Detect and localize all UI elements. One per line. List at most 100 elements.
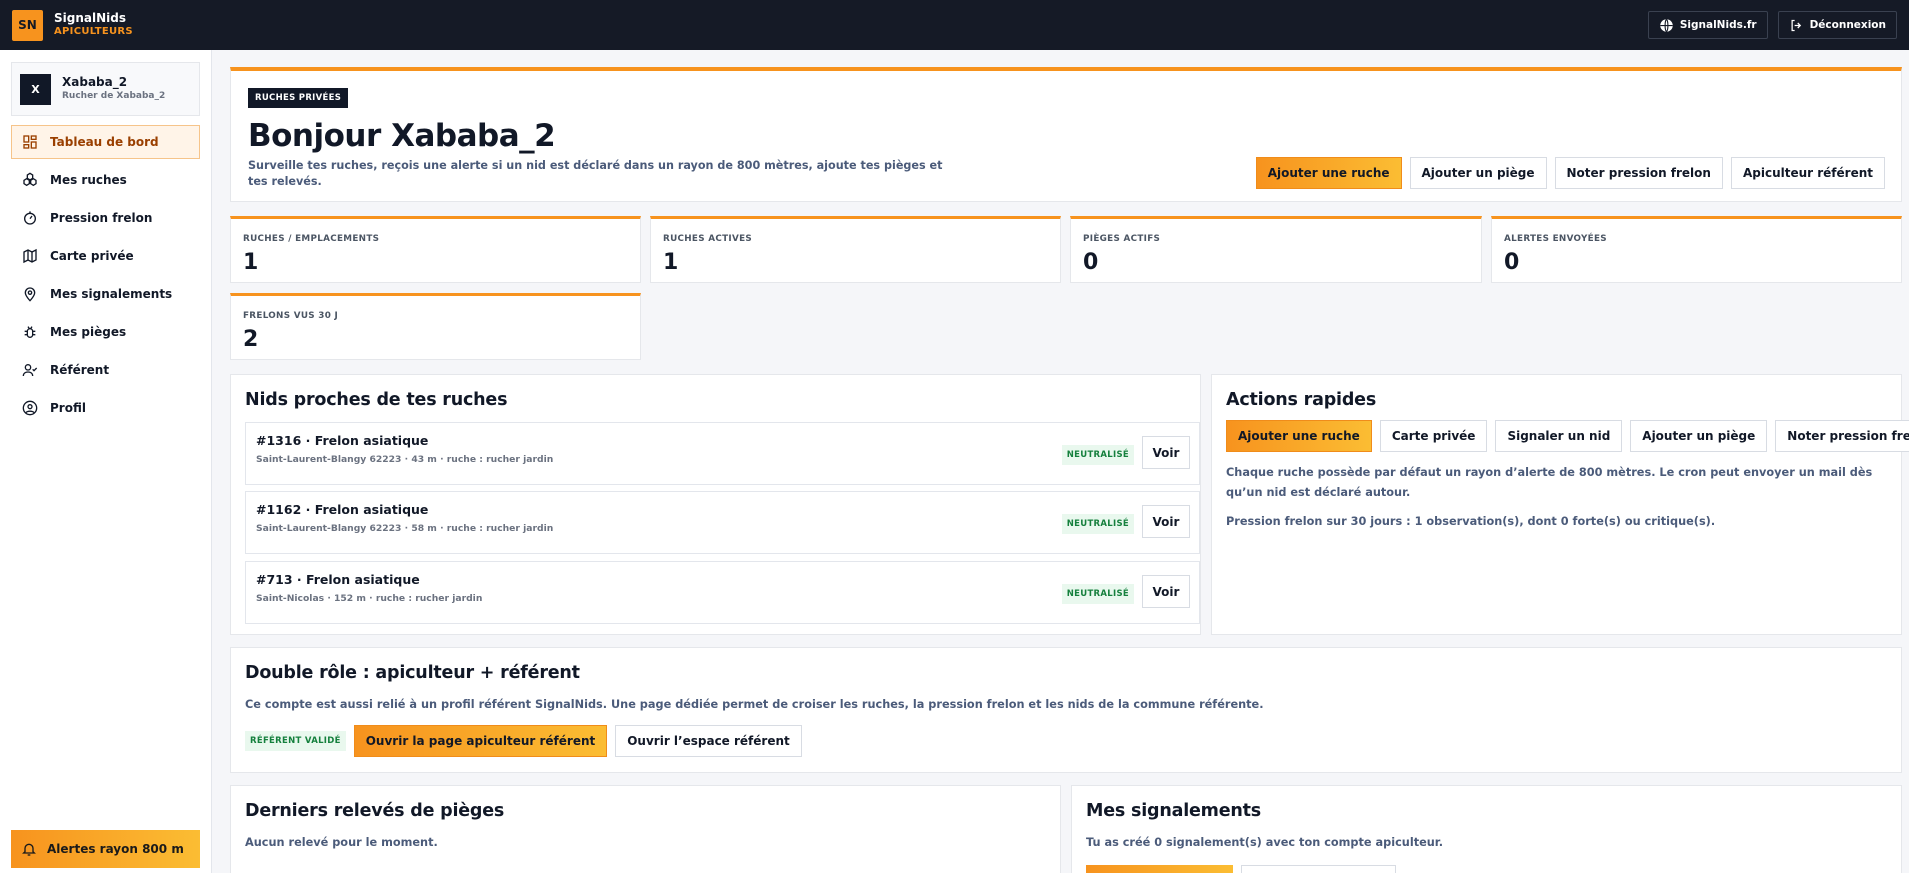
site-link-label: SignalNids.fr: [1679, 19, 1757, 31]
hive-icon: [23, 172, 37, 187]
stat-value: 0: [1083, 250, 1099, 275]
page-title: Bonjour Xababa_2: [248, 118, 556, 154]
sidebar-item-referent[interactable]: Référent: [11, 353, 200, 387]
alerts-radius-button[interactable]: Alertes rayon 800 m: [11, 830, 200, 868]
stat-label: ALERTES ENVOYÉES: [1504, 234, 1607, 244]
user-card[interactable]: X Xababa_2 Rucher de Xababa_2: [11, 62, 200, 116]
sidebar-item-hives[interactable]: Mes ruches: [11, 163, 200, 197]
stat-value: 1: [663, 250, 679, 275]
brand-subtitle: APICULTEURS: [54, 26, 133, 37]
location-pin-icon: [24, 287, 36, 302]
nearby-nests-panel: Nids proches de tes ruches #1316 · Frelo…: [230, 374, 1201, 635]
double-role-text: Ce compte est aussi relié à un profil ré…: [245, 698, 1264, 711]
stat-card-alerts-sent: ALERTES ENVOYÉES 0: [1491, 216, 1902, 283]
trap-readings-empty: Aucun relevé pour le moment.: [245, 836, 438, 849]
referent-validated-badge: RÉFÉRENT VALIDÉ: [245, 731, 346, 751]
stat-value: 0: [1504, 250, 1520, 275]
double-role-title: Double rôle : apiculteur + référent: [245, 663, 580, 683]
my-reports-panel: Mes signalements Tu as créé 0 signalemen…: [1071, 785, 1902, 873]
qa-note-pressure-button[interactable]: Noter pression frelon: [1775, 420, 1909, 452]
quick-actions-title: Actions rapides: [1226, 390, 1377, 410]
top-bar: SN SignalNids APICULTEURS SignalNids.fr …: [0, 0, 1909, 50]
nest-row: #1316 · Frelon asiatique Saint-Laurent-B…: [245, 422, 1200, 485]
user-name: Xababa_2: [62, 75, 128, 89]
view-nest-button[interactable]: Voir: [1142, 575, 1190, 608]
dashboard-icon: [23, 135, 37, 149]
qa-add-trap-button[interactable]: Ajouter un piège: [1630, 420, 1768, 452]
hero-panel: RUCHES PRIVÉES Bonjour Xababa_2 Surveill…: [230, 67, 1902, 202]
referent-beekeeper-button[interactable]: Apiculteur référent: [1730, 157, 1885, 189]
globe-icon: [1660, 18, 1673, 32]
double-role-panel: Double rôle : apiculteur + référent Ce c…: [230, 647, 1902, 773]
nest-location: Saint-Nicolas · 152 m · ruche : rucher j…: [256, 593, 483, 604]
add-trap-button[interactable]: Ajouter un piège: [1409, 157, 1547, 189]
nest-title: #1316 · Frelon asiatique: [256, 433, 429, 448]
reports-primary-button[interactable]: [1086, 865, 1233, 873]
add-hive-button[interactable]: Ajouter une ruche: [1255, 157, 1402, 189]
quick-actions-buttons: Ajouter une ruche Carte privée Signaler …: [1226, 420, 1909, 452]
view-nest-button[interactable]: Voir: [1142, 505, 1190, 538]
stat-label: RUCHES / EMPLACEMENTS: [243, 234, 380, 244]
nest-location: Saint-Laurent-Blangy 62223 · 58 m · ruch…: [256, 523, 554, 534]
user-check-icon: [22, 364, 38, 377]
stat-value: 1: [243, 250, 259, 275]
nest-title: #1162 · Frelon asiatique: [256, 502, 429, 517]
sidebar-item-label: Profil: [50, 401, 86, 415]
qa-add-hive-button[interactable]: Ajouter une ruche: [1226, 420, 1372, 452]
sidebar-item-dashboard[interactable]: Tableau de bord: [11, 125, 200, 159]
bug-icon: [24, 326, 36, 338]
alerts-radius-label: Alertes rayon 800 m: [47, 842, 184, 856]
nearby-nests-title: Nids proches de tes ruches: [245, 390, 508, 410]
sidebar-item-label: Référent: [50, 363, 110, 377]
view-nest-button[interactable]: Voir: [1142, 436, 1190, 469]
note-pressure-button[interactable]: Noter pression frelon: [1554, 157, 1723, 189]
hero-actions: Ajouter une ruche Ajouter un piège Noter…: [1255, 157, 1885, 189]
brand-name: SignalNids: [54, 11, 126, 25]
sidebar-item-pressure[interactable]: Pression frelon: [11, 201, 200, 235]
sidebar: X Xababa_2 Rucher de Xababa_2 Tableau de…: [0, 50, 212, 873]
user-subtitle: Rucher de Xababa_2: [62, 91, 166, 101]
open-referent-beekeeper-page-button[interactable]: Ouvrir la page apiculteur référent: [353, 725, 608, 757]
stat-label: FRELONS VUS 30 J: [243, 311, 339, 321]
trap-readings-panel: Derniers relevés de pièges Aucun relevé …: [230, 785, 1061, 873]
stat-label: RUCHES ACTIVES: [663, 234, 753, 244]
sidebar-item-reports[interactable]: Mes signalements: [11, 277, 200, 311]
stat-card-hornets-seen: FRELONS VUS 30 J 2: [230, 293, 641, 360]
sidebar-item-label: Pression frelon: [50, 211, 153, 225]
stat-card-active-traps: PIÈGES ACTIFS 0: [1070, 216, 1482, 283]
quick-actions-panel: Actions rapides Ajouter une ruche Carte …: [1211, 374, 1909, 635]
nest-title: #713 · Frelon asiatique: [256, 572, 420, 587]
qa-report-nest-button[interactable]: Signaler un nid: [1495, 420, 1623, 452]
sidebar-item-label: Mes ruches: [50, 173, 127, 187]
site-link-button[interactable]: SignalNids.fr: [1647, 11, 1768, 39]
sidebar-item-profile[interactable]: Profil: [11, 391, 200, 425]
stat-label: PIÈGES ACTIFS: [1083, 234, 1161, 244]
logout-button[interactable]: Déconnexion: [1777, 11, 1897, 39]
brand[interactable]: SignalNids APICULTEURS: [54, 12, 133, 38]
my-reports-title: Mes signalements: [1086, 801, 1262, 821]
top-actions: SignalNids.fr Déconnexion: [1647, 11, 1897, 39]
logout-icon: [1791, 19, 1801, 31]
logo[interactable]: SN: [12, 9, 43, 41]
avatar: X: [20, 73, 51, 105]
user-circle-icon: [22, 400, 38, 416]
status-badge: NEUTRALISÉ: [1061, 584, 1134, 604]
sidebar-item-map[interactable]: Carte privée: [11, 239, 200, 273]
double-role-actions: RÉFÉRENT VALIDÉ Ouvrir la page apiculteu…: [245, 725, 802, 757]
stat-value: 2: [243, 327, 259, 352]
nest-row: #1162 · Frelon asiatique Saint-Laurent-B…: [245, 491, 1200, 554]
nest-location: Saint-Laurent-Blangy 62223 · 43 m · ruch…: [256, 454, 554, 465]
my-reports-text: Tu as créé 0 signalement(s) avec ton com…: [1086, 836, 1444, 849]
open-referent-space-button[interactable]: Ouvrir l’espace référent: [615, 725, 802, 757]
gauge-icon: [24, 211, 36, 225]
pressure-summary: Pression frelon sur 30 jours : 1 observa…: [1226, 515, 1716, 528]
trap-readings-title: Derniers relevés de pièges: [245, 801, 505, 821]
sidebar-item-traps[interactable]: Mes pièges: [11, 315, 200, 349]
sidebar-item-label: Mes signalements: [50, 287, 173, 301]
stat-card-hives: RUCHES / EMPLACEMENTS 1: [230, 216, 641, 283]
private-hives-badge: RUCHES PRIVÉES: [248, 88, 349, 108]
status-badge: NEUTRALISÉ: [1061, 514, 1134, 534]
qa-private-map-button[interactable]: Carte privée: [1379, 420, 1488, 452]
reports-secondary-button[interactable]: [1241, 865, 1396, 873]
alert-radius-info: Chaque ruche possède par défaut un rayon…: [1226, 466, 1873, 499]
